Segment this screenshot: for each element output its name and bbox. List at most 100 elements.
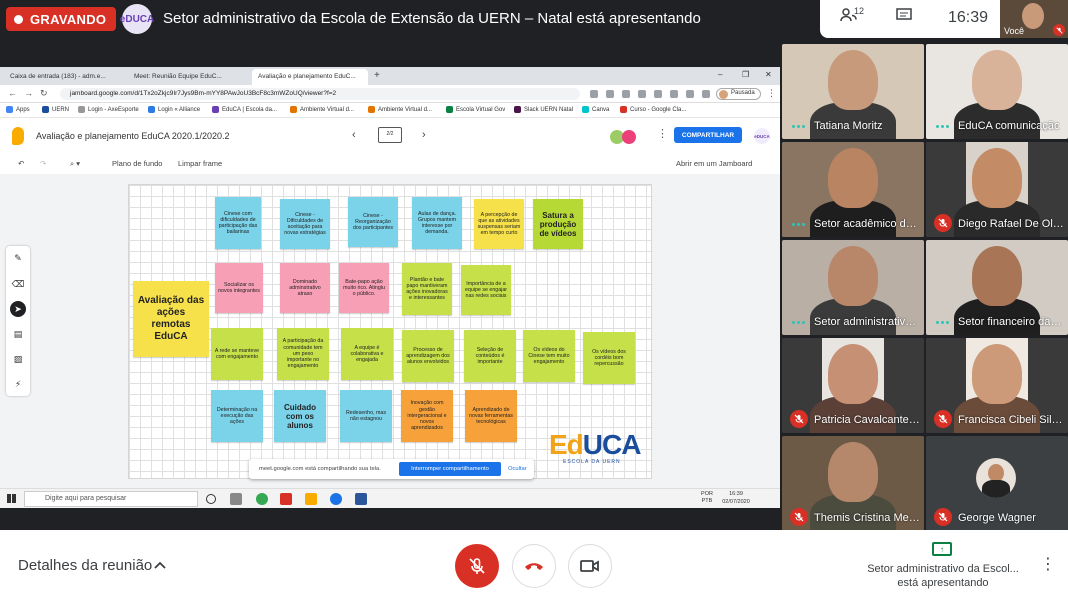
- bookmark-item[interactable]: Apps: [6, 106, 30, 113]
- reload-icon[interactable]: ↻: [40, 88, 48, 99]
- bookmark-item[interactable]: Login - AxeEsporte: [78, 106, 139, 113]
- sticky-note[interactable]: A equipe é colaborativa e engajada: [341, 328, 393, 380]
- sticky-note[interactable]: Cinese com dificuldades de participação …: [215, 197, 261, 249]
- sticky-note[interactable]: A percepção de que as atividades suspens…: [474, 199, 524, 249]
- sticky-note[interactable]: Os vídeos do Cinese tem muito engajament…: [523, 330, 575, 382]
- sticky-note[interactable]: Plantão e bate papo mantiveram ações ino…: [402, 263, 452, 315]
- extension-icon[interactable]: [670, 90, 678, 98]
- eraser-icon[interactable]: ⌫: [10, 276, 26, 292]
- extension-icon[interactable]: [590, 90, 598, 98]
- task-view-icon[interactable]: [230, 493, 242, 505]
- sticky-note[interactable]: Cinese - Dificuldades de aceitação para …: [280, 199, 330, 249]
- account-avatar[interactable]: eDUCA: [754, 128, 770, 144]
- bookmark-item[interactable]: Slack UERN Natal: [514, 106, 573, 113]
- new-tab-icon[interactable]: +: [374, 70, 380, 81]
- next-frame-icon[interactable]: ›: [422, 129, 426, 141]
- sticky-note[interactable]: Redesenho, mas não estagnou: [340, 390, 392, 442]
- chat-icon[interactable]: [896, 8, 912, 26]
- extension-icon[interactable]: [686, 90, 694, 98]
- bookmark-item[interactable]: UERN: [42, 106, 69, 113]
- file-explorer-icon[interactable]: [305, 493, 317, 505]
- extension-icon[interactable]: [638, 90, 646, 98]
- participant-tile[interactable]: Francisca Cibeli Silva...: [926, 338, 1068, 433]
- participant-tile[interactable]: Tatiana Moritz: [782, 44, 924, 139]
- minimize-icon[interactable]: –: [718, 70, 722, 79]
- bookmark-item[interactable]: Ambiente Virtual d...: [290, 106, 354, 113]
- more-options-icon[interactable]: ⋮: [1040, 554, 1056, 574]
- sticky-note[interactable]: Seleção de conteúdos é importante: [464, 330, 516, 382]
- participant-tile[interactable]: Setor acadêmico da ...: [782, 142, 924, 237]
- back-icon[interactable]: ←: [8, 88, 17, 98]
- bookmark-item[interactable]: Escola Virtual Gov: [446, 106, 505, 113]
- jamboard-frame[interactable]: Cinese com dificuldades de participação …: [128, 184, 652, 479]
- taskbar-search[interactable]: Digite aqui para pesquisar: [24, 491, 198, 507]
- sticky-note[interactable]: Bate-papo ação muito rico. Atingiu o púb…: [339, 263, 389, 313]
- sticky-note[interactable]: Cinese - Reorganização dos participantes: [348, 197, 398, 247]
- hide-notice-button[interactable]: Ocultar: [508, 466, 527, 472]
- sticky-note[interactable]: Os vídeos dos cordéis bom repercussão: [583, 332, 635, 384]
- participant-tile[interactable]: Patricia Cavalcante d...: [782, 338, 924, 433]
- browser-tab-active[interactable]: Avaliação e planejamento EduC...: [252, 69, 368, 85]
- redo-icon[interactable]: ↷: [40, 159, 46, 168]
- sticky-note[interactable]: Processo de aprendizagem dos alunos envo…: [402, 330, 454, 382]
- browser-menu-icon[interactable]: ⋮: [767, 88, 776, 99]
- participant-tile[interactable]: Setor financeiro da E...: [926, 240, 1068, 335]
- prev-frame-icon[interactable]: ‹: [352, 129, 356, 141]
- image-icon[interactable]: ▨: [10, 351, 26, 367]
- bookmark-item[interactable]: Ambiente Virtual d...: [368, 106, 432, 113]
- close-window-icon[interactable]: ✕: [765, 70, 772, 79]
- present-screen-icon[interactable]: ↑: [932, 542, 952, 556]
- meeting-details-button[interactable]: Detalhes da reunião: [18, 557, 152, 574]
- address-bar[interactable]: jamboard.google.com/d/1Tx2oZkjc9Ir7Jys9B…: [60, 88, 580, 100]
- background-button[interactable]: Plano de fundo: [112, 159, 162, 168]
- forward-icon[interactable]: →: [24, 88, 33, 98]
- chevron-up-icon[interactable]: [154, 556, 166, 572]
- windows-start-icon[interactable]: [7, 494, 16, 503]
- maximize-icon[interactable]: ❐: [742, 70, 749, 79]
- participant-tile[interactable]: Themis Cristina Mes...: [782, 436, 924, 531]
- clear-frame-button[interactable]: Limpar frame: [178, 159, 222, 168]
- bookmark-item[interactable]: EduCA | Escola da...: [212, 106, 277, 113]
- leave-call-button[interactable]: [512, 544, 556, 588]
- extension-icon[interactable]: [654, 90, 662, 98]
- self-view-tile[interactable]: Você: [1000, 0, 1068, 38]
- sticky-note-title[interactable]: Avaliação das ações remotas EduCA: [133, 281, 209, 357]
- select-icon[interactable]: ➤: [10, 301, 26, 317]
- extensions-puzzle-icon[interactable]: [702, 90, 710, 98]
- share-button[interactable]: COMPARTILHAR: [674, 127, 742, 143]
- sticky-note[interactable]: Dominado adminstrativo atraso: [280, 263, 330, 313]
- participant-tile[interactable]: EduCA comunicação: [926, 44, 1068, 139]
- cortana-icon[interactable]: [206, 494, 216, 504]
- sticky-note[interactable]: A participação da comunidade tem um peso…: [277, 328, 329, 380]
- chrome-icon[interactable]: [256, 493, 268, 505]
- stop-sharing-button[interactable]: Interromper compartilhamento: [399, 462, 501, 476]
- open-in-jamboard-button[interactable]: Abrir em um Jamboard: [676, 159, 752, 168]
- bookmark-item[interactable]: Login « Alliance: [148, 106, 200, 113]
- browser-tab[interactable]: Meet: Reunião Equipe EduC...: [128, 69, 248, 85]
- extension-icon[interactable]: [606, 90, 614, 98]
- profile-button[interactable]: Pausada: [716, 88, 761, 100]
- browser-tab[interactable]: Caixa de entrada (183) - adm.e...: [4, 69, 124, 85]
- sticky-note[interactable]: Aulas de dança. Grupos mantem interesse …: [412, 197, 462, 249]
- sticky-note[interactable]: Satura a produção de vídeos: [533, 199, 583, 249]
- participant-tile[interactable]: George Wagner: [926, 436, 1068, 531]
- undo-icon[interactable]: ↶: [18, 159, 24, 168]
- presenting-status[interactable]: Setor administrativo da Escol... está ap…: [852, 562, 1034, 590]
- laser-icon[interactable]: ⚡: [10, 376, 26, 392]
- frame-bar-button[interactable]: 2/2: [378, 127, 402, 143]
- edge-icon[interactable]: [330, 493, 342, 505]
- keyboard-language[interactable]: POR PTB: [700, 491, 714, 505]
- camera-toggle-button[interactable]: [568, 544, 612, 588]
- sticky-note[interactable]: Importância de a equipe se engajar nas r…: [461, 265, 511, 315]
- pen-icon[interactable]: ✎: [10, 250, 26, 266]
- acrobat-icon[interactable]: [280, 493, 292, 505]
- extension-icon[interactable]: [622, 90, 630, 98]
- sticky-note-icon[interactable]: ▤: [10, 326, 26, 342]
- sticky-note[interactable]: Determinação na execução das ações: [211, 390, 263, 442]
- sticky-note[interactable]: Inovação com gestão intergeracional e no…: [401, 390, 453, 442]
- bookmark-item[interactable]: Curso - Google Cla...: [620, 106, 686, 113]
- sticky-note[interactable]: Cuidado com os alunos: [274, 390, 326, 442]
- sticky-note[interactable]: Aprendizado de novas ferramentas tecnoló…: [465, 390, 517, 442]
- participant-tile[interactable]: Diego Rafael De Oliv...: [926, 142, 1068, 237]
- sticky-note[interactable]: A rede se manteve com engajamento: [211, 328, 263, 380]
